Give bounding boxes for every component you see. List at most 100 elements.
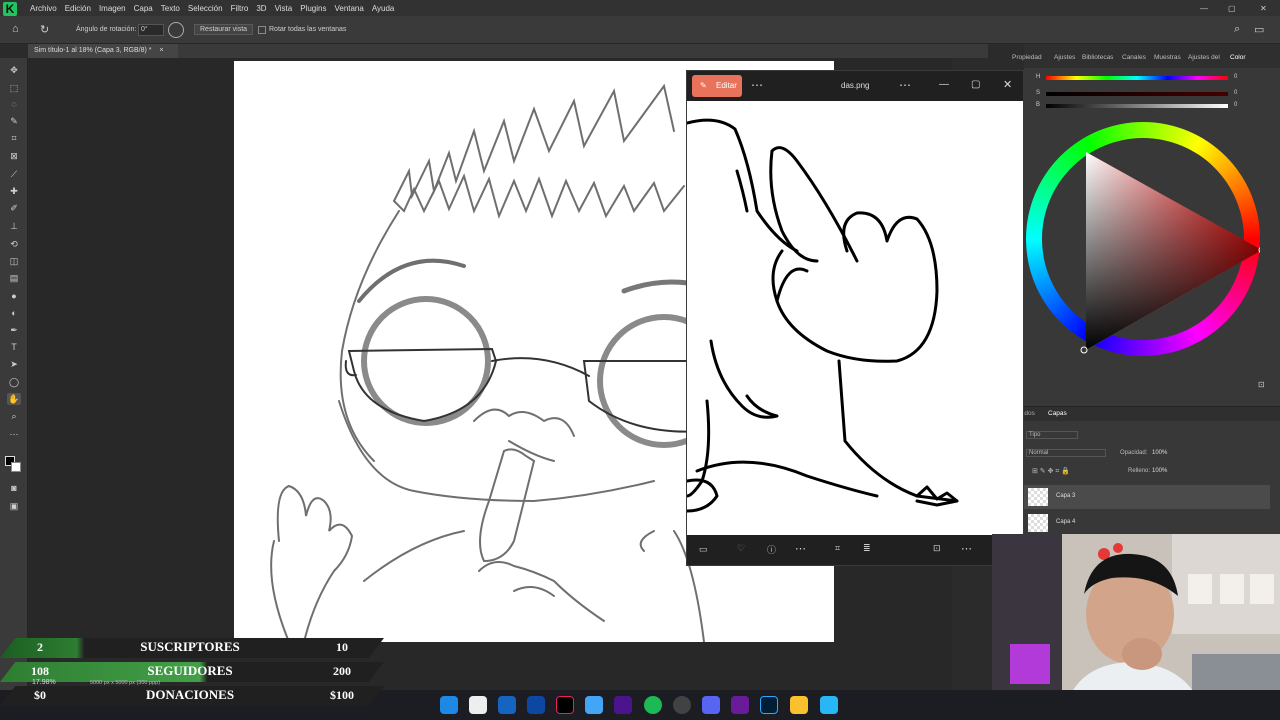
tab-layers[interactable]: Capas — [1048, 410, 1067, 417]
history-brush-tool-icon[interactable]: ⟲ — [7, 238, 21, 250]
filter-kind-select[interactable]: Tipo — [1026, 431, 1078, 439]
close-icon[interactable]: ✕ — [1003, 78, 1012, 91]
spotify-icon[interactable] — [644, 696, 662, 714]
viewer-more-icon[interactable]: ⋯ — [961, 542, 972, 555]
favorite-icon[interactable]: ♡ — [737, 543, 745, 554]
rotate-view-tool-icon[interactable]: ↻ — [40, 23, 49, 36]
app-icon[interactable] — [614, 696, 632, 714]
menu-vista[interactable]: Vista — [271, 4, 297, 13]
more-tools-icon[interactable]: ⋯ — [7, 428, 21, 440]
home-icon[interactable]: ⌂ — [12, 23, 19, 35]
menu-plugins[interactable]: Plugins — [296, 4, 330, 13]
quick-select-tool-icon[interactable]: ✎ — [7, 115, 21, 127]
steam-icon[interactable] — [527, 696, 545, 714]
tab-adjust-presets[interactable]: Ajustes del — [1188, 54, 1220, 61]
color-triangle[interactable] — [1026, 122, 1260, 356]
obs-icon[interactable] — [673, 696, 691, 714]
slider-h-value[interactable]: 0 — [1234, 74, 1237, 80]
crop-tool-icon[interactable]: ⌗ — [7, 132, 21, 144]
blend-mode-select[interactable]: Normal — [1026, 449, 1106, 457]
slider-s-value[interactable]: 0 — [1234, 90, 1237, 96]
rotation-input[interactable]: 0° — [138, 24, 164, 36]
document-tab[interactable]: Sim título-1 al 18% (Capa 3, RGB/8) * × — [28, 44, 178, 58]
menu-seleccion[interactable]: Selección — [184, 4, 227, 13]
opacity-input[interactable]: 100% — [1152, 450, 1167, 456]
zoom-tool-icon[interactable]: ⌕ — [7, 410, 21, 422]
tab-channels[interactable]: Canales — [1122, 54, 1146, 61]
info-icon[interactable]: ⓘ — [767, 543, 776, 556]
lock-icons[interactable]: ⊞ ✎ ✥ ⌗ 🔒 — [1032, 467, 1070, 476]
maximize-icon[interactable]: ▢ — [971, 79, 980, 90]
layer-row[interactable]: Capa 3 — [1024, 485, 1270, 509]
hand-tool-icon[interactable]: ✋ — [7, 393, 21, 405]
menu-capa[interactable]: Capa — [130, 4, 157, 13]
brightness-slider[interactable] — [1046, 104, 1228, 108]
menu-filtro[interactable]: Filtro — [227, 4, 253, 13]
menu-texto[interactable]: Texto — [157, 4, 184, 13]
close-tab-icon[interactable]: × — [159, 47, 163, 54]
shape-tool-icon[interactable]: ◯ — [7, 376, 21, 388]
discord-icon[interactable] — [702, 696, 720, 714]
menu-3d[interactable]: 3D — [252, 4, 270, 13]
background-color-swatch[interactable] — [11, 462, 21, 472]
tab-swatches[interactable]: Muestras — [1154, 54, 1181, 61]
slider-b-value[interactable]: 0 — [1234, 102, 1237, 108]
menu-imagen[interactable]: Imagen — [95, 4, 130, 13]
app-icon[interactable] — [731, 696, 749, 714]
menu-archivo[interactable]: Archivo — [26, 4, 61, 13]
layer-name[interactable]: Capa 4 — [1056, 519, 1075, 525]
rotation-dial-icon[interactable] — [168, 22, 184, 38]
panel-expand-icon[interactable]: ⊡ — [1258, 380, 1265, 389]
menu-edicion[interactable]: Edición — [61, 4, 95, 13]
blur-tool-icon[interactable]: ● — [7, 290, 21, 302]
marquee-tool-icon[interactable]: ⬚ — [7, 82, 21, 94]
maximize-window-icon[interactable]: ▢ — [1228, 4, 1236, 13]
close-window-icon[interactable]: ✕ — [1260, 4, 1267, 13]
layer-name[interactable]: Capa 3 — [1056, 493, 1075, 499]
rotate-all-checkbox[interactable] — [258, 26, 266, 34]
gradient-tool-icon[interactable]: ▤ — [7, 272, 21, 284]
store-icon[interactable] — [498, 696, 516, 714]
menu-ayuda[interactable]: Ayuda — [368, 4, 399, 13]
tab-adjustments[interactable]: Ajustes — [1054, 54, 1075, 61]
frame-tool-icon[interactable]: ⊠ — [7, 150, 21, 162]
dodge-tool-icon[interactable]: ◐ — [7, 307, 21, 319]
search-icon[interactable]: ⌕ — [1234, 23, 1240, 36]
screen-mode-icon[interactable]: ▣ — [7, 500, 21, 512]
filmstrip-icon[interactable]: ▭ — [699, 544, 708, 555]
lasso-tool-icon[interactable]: ◌ — [7, 98, 21, 110]
photoshop-icon[interactable] — [760, 696, 778, 714]
tab-libraries[interactable]: Bibliotecas — [1082, 54, 1113, 61]
zoom-status[interactable]: 17.98% — [32, 679, 56, 686]
minimize-window-icon[interactable]: — — [1200, 4, 1208, 13]
crop-icon[interactable]: ⌗ — [835, 543, 840, 554]
tiktok-icon[interactable] — [556, 696, 574, 714]
hue-slider[interactable] — [1046, 76, 1228, 80]
saturation-slider[interactable] — [1046, 92, 1228, 96]
move-tool-icon[interactable]: ✥ — [7, 64, 21, 76]
eraser-tool-icon[interactable]: ◫ — [7, 255, 21, 267]
fill-input[interactable]: 100% — [1152, 468, 1167, 474]
eyedropper-tool-icon[interactable]: ⟋ — [7, 168, 21, 180]
quick-mask-icon[interactable]: ◙ — [7, 482, 21, 494]
pen-tool-icon[interactable]: ✒ — [7, 324, 21, 336]
file-more-icon[interactable]: ⋯ — [899, 78, 911, 92]
tab-color[interactable]: Color — [1230, 54, 1246, 61]
app-icon[interactable] — [585, 696, 603, 714]
file-explorer-icon[interactable] — [790, 696, 808, 714]
adjust-icon[interactable]: ≣ — [863, 543, 871, 554]
type-tool-icon[interactable]: T — [7, 341, 21, 353]
photos-icon[interactable] — [820, 696, 838, 714]
task-view-icon[interactable] — [469, 696, 487, 714]
workspace-icon[interactable]: ▭ — [1254, 23, 1264, 36]
brush-tool-icon[interactable]: ✐ — [7, 202, 21, 214]
tab-properties[interactable]: Propiedad — [1012, 54, 1042, 61]
more-options-icon[interactable]: ⋯ — [751, 78, 763, 92]
layer-row[interactable]: Capa 4 — [1024, 511, 1270, 535]
reset-view-button[interactable]: Restaurar vista — [194, 24, 254, 35]
healing-tool-icon[interactable]: ✚ — [7, 185, 21, 197]
path-select-tool-icon[interactable]: ➤ — [7, 358, 21, 370]
minimize-icon[interactable]: — — [939, 79, 949, 90]
menu-ventana[interactable]: Ventana — [330, 4, 367, 13]
stamp-tool-icon[interactable]: ⊥ — [7, 220, 21, 232]
